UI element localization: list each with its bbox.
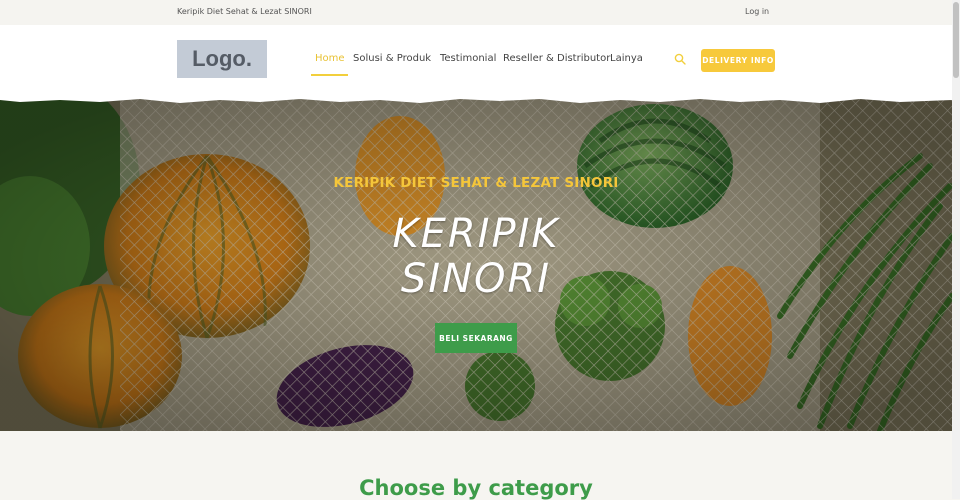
page-scrollbar[interactable] [952,0,960,499]
hero-banner: KERIPIK DIET SEHAT & LEZAT SINORI KERIPI… [0,96,952,431]
hero-subtitle: KERIPIK DIET SEHAT & LEZAT SINORI [333,175,619,191]
hero-title: KERIPIK SINORI [0,212,952,302]
delivery-info-button[interactable]: DELIVERY INFO [701,49,775,72]
nav-item-testimonial[interactable]: Testimonial [440,53,496,64]
nav-item-home[interactable]: Home [315,53,345,64]
nav-item-lainya[interactable]: Lainya [610,53,643,64]
buy-now-button[interactable]: BELI SEKARANG [435,323,517,353]
scrollbar-thumb[interactable] [953,2,959,78]
login-link[interactable]: Log in [745,7,769,16]
nav-active-underline [311,74,348,76]
category-section-heading: Choose by category [359,476,593,500]
search-icon[interactable] [674,52,686,65]
logo[interactable]: Logo. [177,40,267,78]
hero-title-line-2: SINORI [400,256,552,302]
top-bar-tagline: Keripik Diet Sehat & Lezat SINORI [177,7,312,16]
nav-item-solusi-produk[interactable]: Solusi & Produk [353,53,431,64]
hero-title-line-1: KERIPIK [392,211,560,257]
site-header: Logo. Home Solusi & Produk Testimonial R… [0,25,952,96]
nav-item-reseller-distributor[interactable]: Reseller & Distributor [503,53,610,64]
top-bar: Keripik Diet Sehat & Lezat SINORI Log in [0,0,952,25]
